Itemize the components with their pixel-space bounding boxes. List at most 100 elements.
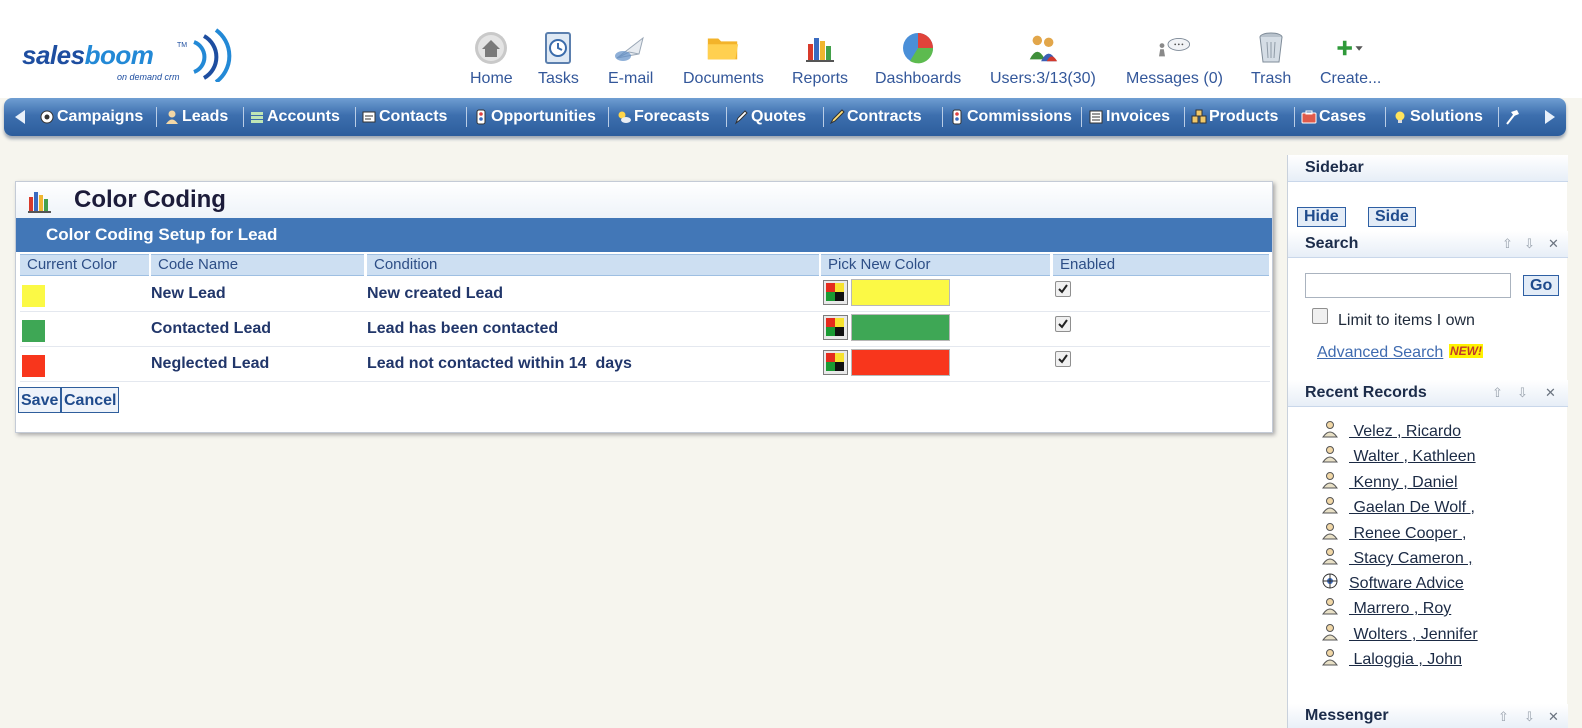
tab-solutions-label: Solutions (1410, 108, 1483, 125)
go-button[interactable]: Go (1523, 275, 1560, 296)
tab-contacts[interactable]: Contacts (361, 98, 447, 136)
person-icon (1321, 445, 1339, 463)
nav-tasks[interactable]: Tasks (538, 30, 579, 88)
tab-leads[interactable]: Leads (164, 98, 228, 136)
tab-tools[interactable] (1504, 98, 1522, 136)
quotes-icon (733, 109, 749, 125)
campaign-icon (1321, 572, 1339, 590)
nav-reports-label: Reports (792, 70, 849, 87)
nav-users[interactable]: Users:3/13(30) (990, 30, 1096, 88)
nav-email[interactable]: E-mail (608, 30, 653, 88)
recent-record[interactable]: Velez , Ricardo (1321, 420, 1461, 445)
recent-record[interactable]: Marrero , Roy (1321, 598, 1451, 622)
color-picker-button[interactable] (823, 350, 848, 375)
contacts-icon (361, 109, 377, 125)
close-icon[interactable]: ✕ (1548, 236, 1559, 252)
person-icon (1321, 547, 1339, 565)
recent-record[interactable]: Renee Cooper , (1321, 522, 1466, 547)
move-down-icon[interactable]: ⇩ (1517, 385, 1528, 401)
limit-to-own-checkbox[interactable] (1312, 308, 1328, 324)
column-header-enabled[interactable]: Enabled (1053, 254, 1269, 276)
nav-messages[interactable]: Messages (0) (1126, 30, 1223, 88)
tab-campaigns[interactable]: Campaigns (39, 98, 143, 136)
column-header-current-color[interactable]: Current Color (20, 254, 149, 276)
color-picker-button[interactable] (823, 280, 848, 305)
nav-documents-label: Documents (683, 70, 764, 87)
tab-commissions[interactable]: Commissions (949, 98, 1072, 136)
salesboom-logo[interactable]: salesboom TM on demand crm (22, 28, 237, 84)
tab-solutions[interactable]: Solutions (1392, 98, 1483, 136)
panel-title-bar: Color Coding (16, 182, 1272, 218)
scroll-right-arrow-icon[interactable] (1536, 98, 1564, 136)
new-color-field[interactable] (851, 349, 950, 376)
move-up-icon[interactable]: ⇧ (1498, 709, 1509, 725)
tab-products[interactable]: Products (1191, 98, 1278, 136)
forecasts-icon (616, 109, 632, 125)
person-icon (1321, 522, 1339, 540)
tab-forecasts[interactable]: Forecasts (616, 98, 710, 136)
new-color-field[interactable] (851, 279, 950, 306)
sidebar-header: Sidebar (1288, 155, 1568, 182)
new-badge: NEW! (1449, 344, 1483, 358)
enabled-checkbox[interactable] (1055, 281, 1071, 297)
condition-cell: Lead not contacted within 14 days (367, 355, 632, 372)
cancel-button[interactable]: Cancel (61, 387, 120, 413)
move-down-icon[interactable]: ⇩ (1524, 709, 1535, 725)
tab-contracts[interactable]: Contracts (829, 98, 922, 136)
save-button[interactable]: Save (18, 387, 62, 413)
column-header-pick-new-color[interactable]: Pick New Color (821, 254, 1050, 276)
recent-record-label: Stacy Cameron , (1349, 550, 1473, 567)
products-icon (1191, 109, 1207, 125)
advanced-search-link[interactable]: Advanced Search (1317, 344, 1443, 362)
nav-trash[interactable]: Trash (1251, 30, 1291, 88)
search-input[interactable] (1305, 273, 1511, 298)
enabled-checkbox[interactable] (1055, 351, 1071, 367)
column-header-code-name[interactable]: Code Name (151, 254, 364, 276)
tab-cases[interactable]: Cases (1301, 98, 1366, 136)
color-picker-button[interactable] (823, 315, 848, 340)
tab-opportunities[interactable]: Opportunities (473, 98, 596, 136)
person-icon (1321, 420, 1339, 438)
recent-record[interactable]: Laloggia , John (1321, 649, 1462, 673)
messenger-header: Messenger ⇧ ⇩ ✕ (1288, 704, 1568, 728)
tab-contacts-label: Contacts (379, 108, 448, 125)
nav-reports[interactable]: Reports (792, 30, 848, 88)
tab-divider (726, 107, 727, 127)
recent-record[interactable]: Walter , Kathleen (1321, 445, 1476, 470)
side-button[interactable]: Side (1368, 207, 1416, 227)
hide-button[interactable]: Hide (1297, 207, 1346, 227)
nav-create[interactable]: Create... (1320, 30, 1381, 88)
nav-documents[interactable]: Documents (683, 30, 764, 88)
recent-record[interactable]: Software Advice (1321, 572, 1464, 597)
nav-home[interactable]: Home (470, 30, 513, 88)
tab-quotes[interactable]: Quotes (733, 98, 806, 136)
move-up-icon[interactable]: ⇧ (1502, 236, 1513, 252)
move-down-icon[interactable]: ⇩ (1524, 236, 1535, 252)
recent-record[interactable]: Stacy Cameron , (1321, 547, 1473, 572)
scroll-left-arrow-icon[interactable] (6, 98, 34, 136)
tab-divider (355, 107, 356, 127)
condition-cell: New created Lead (367, 285, 504, 302)
move-up-icon[interactable]: ⇧ (1492, 385, 1503, 401)
person-icon (1321, 623, 1339, 641)
table-row: New Lead New created Lead (20, 277, 1270, 312)
close-icon[interactable]: ✕ (1545, 385, 1556, 401)
enabled-checkbox[interactable] (1055, 316, 1071, 332)
nav-dashboards[interactable]: Dashboards (875, 30, 961, 88)
new-color-field[interactable] (851, 314, 950, 341)
tab-invoices[interactable]: Invoices (1088, 98, 1170, 136)
recent-record[interactable]: Gaelan De Wolf , (1321, 497, 1475, 521)
close-icon[interactable]: ✕ (1548, 709, 1559, 725)
email-icon (613, 30, 649, 66)
nav-tasks-label: Tasks (538, 70, 579, 87)
tab-commissions-label: Commissions (967, 108, 1072, 125)
tab-accounts[interactable]: Accounts (249, 98, 340, 136)
tab-divider (823, 107, 824, 127)
nav-email-label: E-mail (608, 70, 654, 87)
recent-record[interactable]: Wolters , Jennifer (1321, 623, 1478, 648)
recent-record-label: Software Advice (1349, 575, 1464, 592)
recent-record[interactable]: Kenny , Daniel (1321, 472, 1458, 496)
column-header-condition[interactable]: Condition (367, 254, 819, 276)
table-row: Contacted Lead Lead has been contacted (20, 312, 1270, 347)
cases-icon (1301, 109, 1317, 125)
